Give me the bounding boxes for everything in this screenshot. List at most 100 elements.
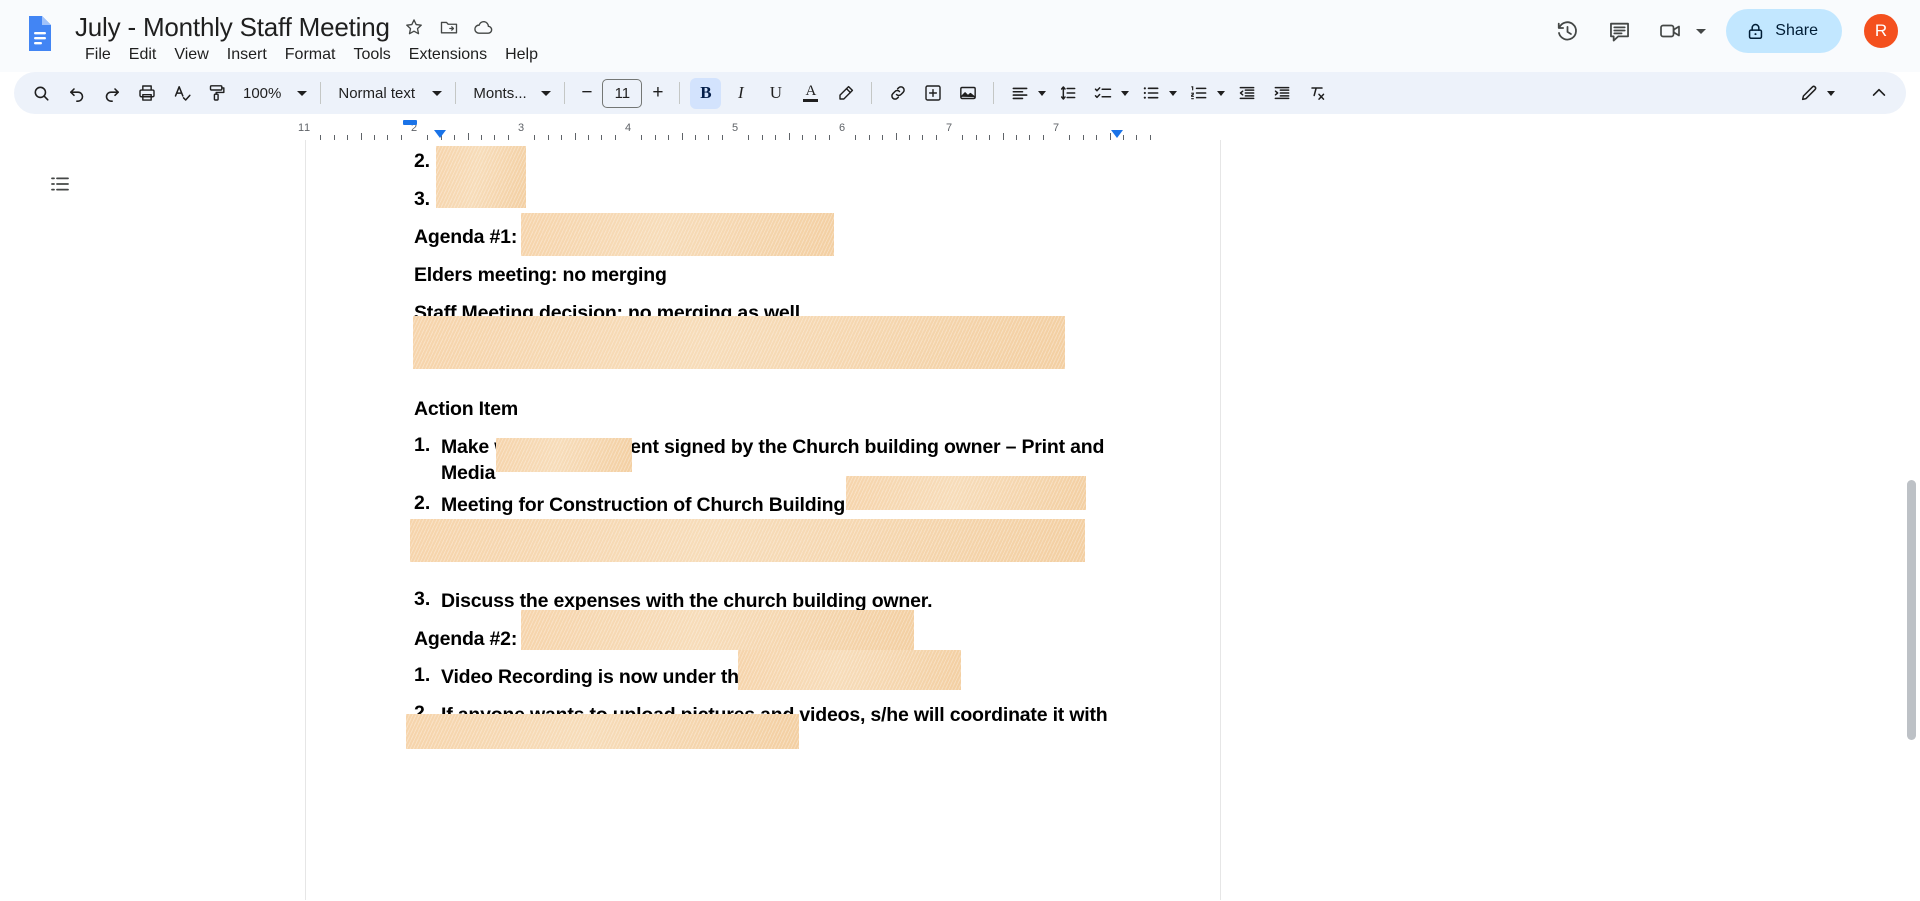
star-icon[interactable] [403,16,425,38]
right-indent-marker[interactable] [1111,130,1123,138]
chevron-down-icon[interactable] [1827,90,1835,96]
undo-icon[interactable] [61,78,92,109]
print-icon[interactable] [131,78,162,109]
align-icon[interactable] [1004,78,1035,109]
chevron-down-icon[interactable] [1696,28,1707,34]
vertical-scroll-thumb[interactable] [1907,480,1916,740]
collapse-toolbar-icon[interactable] [1863,78,1894,109]
checklist-icon[interactable] [1087,78,1118,109]
editing-mode-icon[interactable] [1793,78,1824,109]
checklist-dropdown[interactable] [1085,78,1133,109]
google-docs-icon[interactable] [18,11,63,56]
document-page[interactable]: 2. 3. Agenda #1: Elders meeting: no merging… [305,140,1221,900]
redaction-block [738,650,961,690]
bold-button[interactable]: B [690,77,722,109]
ruler-area: 123456771 [0,120,1920,140]
insert-image-icon[interactable] [952,78,983,109]
paragraph[interactable]: Agenda #1: [414,224,517,250]
horizontal-ruler[interactable]: 123456771 [298,120,1221,140]
highlight-icon[interactable] [830,78,861,109]
page-title[interactable]: July - Monthly Staff Meeting [75,12,390,43]
bulleted-list-dropdown[interactable] [1133,78,1181,109]
comment-history-icon[interactable] [1597,9,1641,53]
search-icon[interactable] [26,78,57,109]
divider [564,82,566,104]
saved-to-drive-icon[interactable] [473,16,495,38]
divider [320,82,322,104]
scrollbar-track[interactable] [1906,140,1918,900]
text-color-icon[interactable]: A [795,78,826,109]
left-indent-marker[interactable] [434,130,446,138]
list-item-number: 1. [414,434,431,456]
chevron-down-icon[interactable] [1169,90,1178,96]
align-dropdown[interactable] [1002,78,1050,109]
list-item[interactable]: Meeting for Construction of Church Build… [441,492,861,518]
share-button[interactable]: Share [1726,9,1842,53]
divider [871,82,873,104]
text-color-letter: A [805,83,817,99]
font-size-stepper: − 11 + [573,78,671,108]
first-line-indent-marker[interactable] [403,120,417,125]
chevron-down-icon[interactable] [1217,90,1226,96]
divider [679,82,681,104]
zoom-value: 100% [243,84,282,102]
editing-mode-dropdown[interactable] [1791,78,1839,109]
redaction-block [521,213,834,256]
menu-extensions[interactable]: Extensions [400,43,496,67]
list-item[interactable]: Video Recording is now under the [441,664,750,690]
spellcheck-icon[interactable] [166,78,197,109]
font-size-input[interactable]: 11 [602,78,643,108]
menu-format[interactable]: Format [276,43,345,67]
bulleted-list-icon[interactable] [1135,78,1166,109]
paragraph[interactable]: Agenda #2: V [414,626,535,652]
zoom-dropdown[interactable]: 100% [234,78,312,109]
menu-file[interactable]: File [76,43,120,67]
paragraph-style-value: Normal text [338,84,416,102]
menu-help[interactable]: Help [496,43,547,67]
paragraph[interactable]: Action Item [414,396,518,422]
google-meet-icon[interactable] [1649,9,1693,53]
decrease-font-size-button[interactable]: − [573,80,600,107]
numbered-list-dropdown[interactable] [1181,78,1229,109]
menu-insert[interactable]: Insert [218,43,276,67]
increase-font-size-button[interactable]: + [644,80,671,107]
version-history-icon[interactable] [1545,9,1589,53]
paragraph[interactable]: 3. [414,186,430,212]
chevron-down-icon[interactable] [1121,90,1130,96]
increase-indent-icon[interactable] [1266,78,1297,109]
italic-button[interactable]: I [725,78,756,109]
insert-link-icon[interactable] [882,78,913,109]
ruler-tick [788,133,790,140]
document-body: 2. 3. Agenda #1: Elders meeting: no merging… [0,140,1920,900]
decrease-indent-icon[interactable] [1231,78,1262,109]
add-comment-icon[interactable] [917,78,948,109]
ruler-tick [574,133,576,140]
clear-formatting-icon[interactable] [1301,78,1332,109]
paragraph[interactable]: Elders meeting: no merging [414,262,667,288]
paragraph[interactable]: 2. [414,148,430,174]
menu-edit[interactable]: Edit [120,43,166,67]
ruler-number: 7 [945,122,953,134]
ruler-tick [1002,133,1004,140]
move-to-folder-icon[interactable] [438,16,460,38]
lock-icon [1746,22,1765,41]
redo-icon[interactable] [96,78,127,109]
paint-format-icon[interactable] [201,78,232,109]
ruler-number: 5 [731,122,739,134]
font-family-dropdown[interactable]: Monts... [464,78,556,109]
menu-view[interactable]: View [165,43,217,67]
numbered-list-icon[interactable] [1183,78,1214,109]
ruler-number: 1 [297,122,305,134]
paragraph-style-dropdown[interactable]: Normal text [329,78,447,109]
menu-tools[interactable]: Tools [344,43,399,67]
ruler-tick [467,133,469,140]
chevron-down-icon[interactable] [1038,90,1047,96]
line-spacing-icon[interactable] [1052,78,1083,109]
ruler-number: 1 [303,122,311,134]
underline-button[interactable]: U [760,78,791,109]
avatar[interactable]: R [1862,12,1900,50]
document-outline-icon[interactable] [42,166,78,202]
google-meet-button[interactable] [1649,9,1712,53]
chevron-down-icon [432,90,443,96]
ruler-number: 6 [838,122,846,134]
